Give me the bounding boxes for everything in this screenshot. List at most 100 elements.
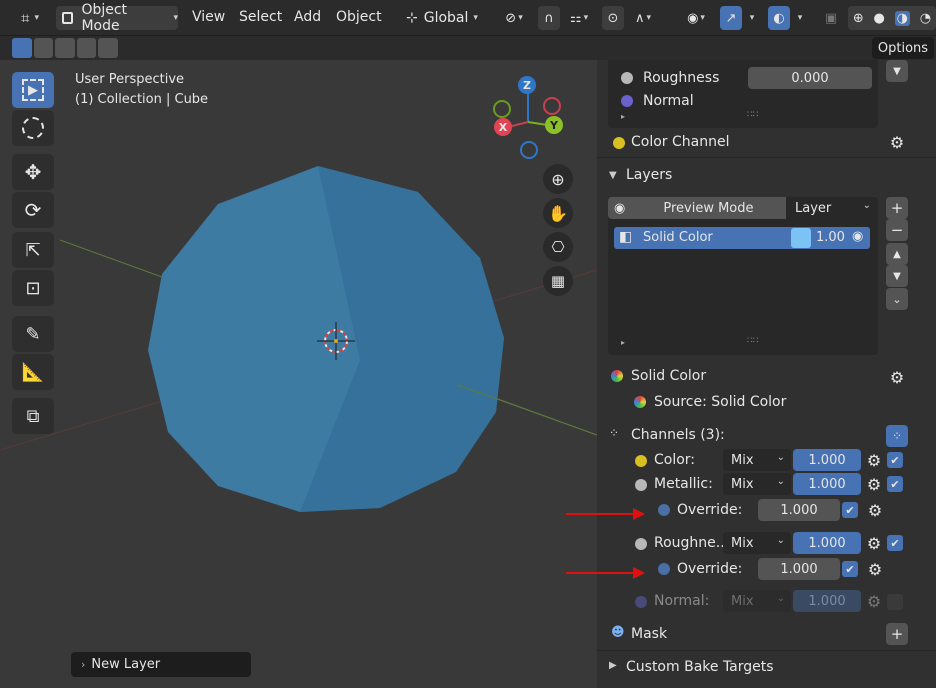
layer-color-swatch[interactable]: [791, 228, 811, 248]
snap-target-button[interactable]: ⚏ ▾: [562, 6, 596, 30]
channel-color-blend[interactable]: Mix ⌄: [723, 449, 791, 471]
transform-tool[interactable]: ⊡: [12, 270, 54, 306]
channel-normal-blend[interactable]: Mix ⌄: [723, 590, 791, 612]
roughness-override-checkbox[interactable]: ✔: [842, 561, 858, 577]
proportional-edit-toggle[interactable]: ⊙: [602, 6, 624, 30]
wireframe-shading-icon[interactable]: ⊕: [853, 11, 864, 26]
layer-specials-button[interactable]: ⌄: [886, 288, 908, 310]
crosshair-icon: [22, 117, 44, 139]
overlay-toggle[interactable]: ◐: [768, 6, 790, 30]
channel-normal-checkbox[interactable]: [887, 594, 903, 610]
select-new-icon[interactable]: [12, 38, 32, 58]
layers-header[interactable]: Layers: [626, 167, 672, 183]
channels-toggle-button[interactable]: ⁘: [886, 425, 908, 447]
falloff-button[interactable]: ∧ ▾: [626, 6, 660, 30]
annotate-tool[interactable]: ✎: [12, 316, 54, 352]
menu-select[interactable]: Select: [239, 9, 282, 25]
color-channel-icon: [613, 137, 625, 149]
metallic-override-checkbox[interactable]: ✔: [842, 502, 858, 518]
options-button[interactable]: Options: [872, 37, 934, 59]
solid-color-icon: [611, 370, 623, 382]
list-expand-icon[interactable]: ▸: [621, 112, 625, 121]
solid-shading-icon[interactable]: ●: [874, 11, 885, 26]
layers-resize-handle-icon[interactable]: ∷∷: [747, 336, 758, 346]
roughness-value[interactable]: 0.000: [748, 67, 872, 89]
editor-type-button[interactable]: ⌗ ▾: [12, 6, 48, 30]
custom-bake-targets-header[interactable]: Custom Bake Targets: [626, 659, 774, 675]
metallic-override-value[interactable]: 1.000: [758, 499, 840, 521]
select-invert-icon[interactable]: [76, 38, 97, 58]
move-layer-up-button[interactable]: ▲: [886, 243, 908, 265]
channel-normal-gear-icon[interactable]: ⚙: [864, 591, 884, 611]
layers-list-expand-icon[interactable]: ▸: [621, 338, 625, 347]
cursor-tool[interactable]: [12, 110, 54, 146]
snap-toggle[interactable]: ∩: [538, 6, 560, 30]
rendered-shading-icon[interactable]: ◔: [920, 11, 931, 26]
layers-collapse-icon[interactable]: ▼: [609, 170, 617, 181]
transform-icon: ⊡: [25, 277, 41, 299]
source-label: Source: Solid Color: [654, 394, 787, 410]
channel-metallic-gear-icon[interactable]: ⚙: [864, 474, 884, 494]
visibility-button[interactable]: ◉ ▾: [678, 6, 714, 30]
channel-roughness-checkbox[interactable]: ✔: [887, 535, 903, 551]
pan-button[interactable]: ✋: [543, 198, 573, 228]
shading-modes[interactable]: ⊕ ● ◑ ◔: [848, 6, 936, 30]
channel-color-gear-icon[interactable]: ⚙: [864, 450, 884, 470]
mode-dropdown[interactable]: Object Mode ▾: [56, 2, 178, 34]
channel-metallic-checkbox[interactable]: ✔: [887, 476, 903, 492]
layer-visibility-eye-icon[interactable]: ◉: [852, 229, 863, 244]
ortho-toggle-button[interactable]: ▦: [543, 266, 573, 296]
channel-roughness-gear-icon[interactable]: ⚙: [864, 533, 884, 553]
remove-layer-button[interactable]: −: [886, 219, 908, 241]
layers-list: [608, 197, 878, 355]
channel-color-value[interactable]: 1.000: [793, 449, 861, 471]
menu-object[interactable]: Object: [336, 9, 382, 25]
last-operator-panel[interactable]: › New Layer: [71, 652, 251, 677]
channel-normal-value[interactable]: 1.000: [793, 590, 861, 612]
add-layer-button[interactable]: +: [886, 197, 908, 219]
gizmo-z[interactable]: Z: [518, 76, 536, 94]
add-mask-button[interactable]: +: [886, 623, 908, 645]
scale-tool[interactable]: ⇱: [12, 232, 54, 268]
pivot-button[interactable]: ⊘ ▾: [498, 6, 530, 30]
add-cube-tool[interactable]: ⧉: [12, 398, 54, 434]
gizmo-x[interactable]: X: [494, 118, 512, 136]
channel-metallic-blend[interactable]: Mix ⌄: [723, 473, 791, 495]
menu-view[interactable]: View: [192, 9, 225, 25]
channel-roughness-value[interactable]: 1.000: [793, 532, 861, 554]
gizmo-toggle[interactable]: ↗: [720, 6, 742, 30]
channel-metallic-value[interactable]: 1.000: [793, 473, 861, 495]
measure-tool[interactable]: 📐: [12, 354, 54, 390]
move-tool[interactable]: ✥: [12, 154, 54, 190]
camera-view-button[interactable]: ⎔: [543, 232, 573, 262]
metallic-override-gear-icon[interactable]: ⚙: [865, 500, 885, 520]
channel-roughness-blend[interactable]: Mix ⌄: [723, 532, 791, 554]
list-scroll-down-button[interactable]: ▼: [886, 60, 908, 82]
roughness-override-value[interactable]: 1.000: [758, 558, 840, 580]
layer-opacity-value[interactable]: 1.00: [816, 230, 845, 245]
select-intersect-icon[interactable]: [98, 38, 118, 58]
gizmo-y[interactable]: Y: [545, 116, 563, 134]
solid-color-gear-icon[interactable]: ⚙: [887, 367, 907, 387]
gizmo-dropdown[interactable]: ▾: [742, 6, 762, 30]
select-extend-icon[interactable]: [33, 38, 54, 58]
menu-add[interactable]: Add: [294, 9, 321, 25]
preview-mode-button[interactable]: ◉ Preview Mode: [608, 197, 786, 219]
select-box-tool[interactable]: ▶: [12, 72, 54, 108]
zoom-button[interactable]: ⊕: [543, 164, 573, 194]
layer-dropdown[interactable]: Layer ⌄: [787, 197, 877, 219]
channel-color-checkbox[interactable]: ✔: [887, 452, 903, 468]
rotate-tool[interactable]: ⟳: [12, 192, 54, 228]
color-channel-gear-icon[interactable]: ⚙: [887, 132, 907, 152]
roughness-override-gear-icon[interactable]: ⚙: [865, 559, 885, 579]
move-layer-down-button[interactable]: ▼: [886, 265, 908, 287]
material-shading-icon[interactable]: ◑: [894, 10, 910, 26]
orientation-dropdown[interactable]: ⊹ Global ▾: [402, 6, 490, 30]
3d-viewport[interactable]: ▶ ✥ ⟳ ⇱ ⊡ ✎ 📐 ⧉ User Perspective (1) Col…: [0, 60, 597, 688]
xray-toggle[interactable]: ▣: [820, 6, 842, 30]
select-subtract-icon[interactable]: [55, 38, 75, 58]
magnet-icon: ∩: [544, 10, 554, 26]
resize-handle-icon[interactable]: ∷∷: [747, 110, 758, 120]
custom-bake-expand-icon[interactable]: ▶: [609, 660, 617, 671]
overlay-dropdown[interactable]: ▾: [790, 6, 810, 30]
